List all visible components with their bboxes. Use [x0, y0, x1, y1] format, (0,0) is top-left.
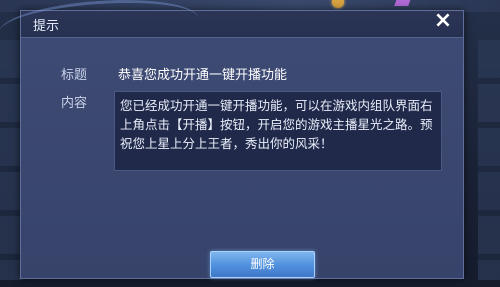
subject-label: 标题: [61, 68, 88, 83]
dialog-title: 提示: [33, 19, 60, 34]
dialog-title-bar: 提示: [0, 0, 463, 57]
notice-dialog: 提示 标题 恭喜您成功开通一键开播功能 内容 您已经成功开通一键开播功能，可以在…: [0, 0, 464, 279]
content-label: 内容: [61, 96, 88, 111]
delete-button[interactable]: 删除: [210, 251, 315, 278]
background-panel-right: [478, 40, 500, 280]
subject-value: 恭喜您成功开通一键开播功能: [118, 68, 288, 83]
content-box: 您已经成功开通一键开播功能，可以在游戏内组队界面右上角点击【开播】按钮，开启您的…: [114, 91, 442, 171]
close-icon[interactable]: ×: [428, 6, 458, 36]
content-text: 您已经成功开通一键开播功能，可以在游戏内组队界面右上角点击【开播】按钮，开启您的…: [120, 98, 433, 151]
background-panel-left: [0, 40, 22, 280]
